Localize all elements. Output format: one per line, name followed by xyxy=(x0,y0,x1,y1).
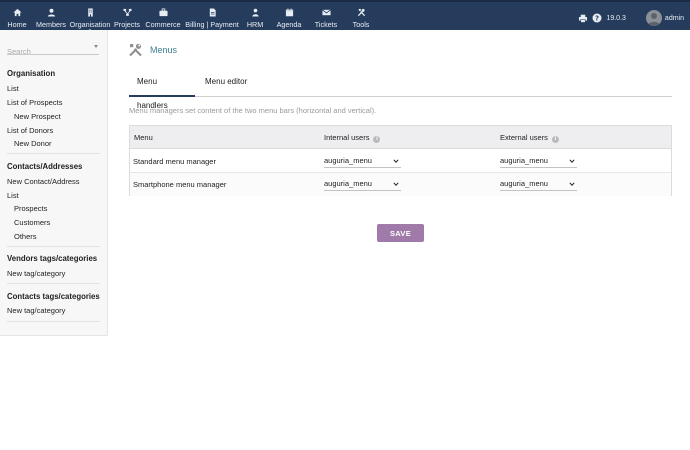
search-input[interactable] xyxy=(7,45,87,58)
sidebar-item-contacts-new-tag[interactable]: New tag/category xyxy=(7,306,65,315)
calendar-icon xyxy=(284,7,295,18)
table-row: Smartphone menu manager auguria_menu aug… xyxy=(130,173,671,196)
svg-text:?: ? xyxy=(595,15,599,23)
internal-users-select[interactable]: auguria_menu xyxy=(324,155,401,168)
sidebar-section-organisation[interactable]: Organisation xyxy=(7,69,55,78)
sidebar-section-contacts[interactable]: Contacts/Addresses xyxy=(7,162,82,171)
ticket-icon xyxy=(321,7,332,18)
table-header: Menu Internal users i External users i xyxy=(130,126,671,149)
building-icon xyxy=(85,7,96,18)
sidebar-divider xyxy=(7,153,100,154)
sitemap-icon xyxy=(122,7,133,18)
sidebar-search[interactable] xyxy=(7,41,99,58)
sidebar-item-list-of-prospects[interactable]: List of Prospects xyxy=(7,98,62,107)
briefcase-icon xyxy=(158,7,169,18)
user-icon xyxy=(46,7,57,18)
left-sidebar: Organisation List List of Prospects New … xyxy=(0,30,108,336)
chevron-down-icon xyxy=(393,182,399,186)
person-icon xyxy=(250,7,261,18)
help-icon[interactable]: ? xyxy=(591,13,602,24)
page-title: Menus xyxy=(150,45,178,55)
version-label: 19.0.3 xyxy=(606,14,626,22)
header-internal-users: Internal users i xyxy=(324,126,381,149)
tools-icon xyxy=(128,43,143,57)
topnav-tickets[interactable]: Tickets xyxy=(308,4,344,32)
invoice-icon xyxy=(207,7,218,18)
external-users-select[interactable]: auguria_menu xyxy=(500,155,577,168)
sidebar-divider xyxy=(7,283,100,284)
topnav-commerce[interactable]: Commerce xyxy=(142,4,184,32)
chevron-down-icon xyxy=(393,159,399,163)
top-menu: Home Members Organisation Projects Comme… xyxy=(0,4,378,33)
topnav-home[interactable]: Home xyxy=(0,4,34,32)
save-button[interactable]: SAVE xyxy=(377,224,424,242)
header-menu: Menu xyxy=(134,133,153,142)
chevron-down-icon xyxy=(569,159,575,163)
info-icon[interactable]: i xyxy=(373,136,381,143)
tab-menu-editor[interactable]: Menu editor xyxy=(197,70,255,97)
table-row: Standard menu manager auguria_menu augur… xyxy=(130,150,671,173)
topnav-tools[interactable]: Tools xyxy=(344,4,378,32)
user-name[interactable]: admin xyxy=(665,15,684,22)
tools-icon xyxy=(356,7,367,18)
info-icon[interactable]: i xyxy=(551,136,559,143)
home-icon xyxy=(12,7,23,18)
topnav-projects[interactable]: Projects xyxy=(112,4,142,32)
internal-users-select[interactable]: auguria_menu xyxy=(324,178,401,191)
sidebar-item-others[interactable]: Others xyxy=(14,232,37,241)
sidebar-item-list[interactable]: List xyxy=(7,84,19,93)
chevron-down-icon[interactable] xyxy=(94,45,98,48)
sidebar-divider xyxy=(7,321,100,322)
sidebar-section-vendors-tags[interactable]: Vendors tags/categories xyxy=(7,254,97,263)
top-navigation-bar: Home Members Organisation Projects Comme… xyxy=(0,0,690,33)
sidebar-item-customers[interactable]: Customers xyxy=(14,218,50,227)
chevron-down-icon xyxy=(569,182,575,186)
row-menu-name: Smartphone menu manager xyxy=(133,180,227,189)
print-icon[interactable] xyxy=(577,13,588,24)
topnav-members[interactable]: Members xyxy=(34,4,68,32)
sidebar-item-vendors-new-tag[interactable]: New tag/category xyxy=(7,269,65,278)
sidebar-section-contacts-tags[interactable]: Contacts tags/categories xyxy=(7,292,100,301)
topnav-hrm[interactable]: HRM xyxy=(240,4,270,32)
external-users-select[interactable]: auguria_menu xyxy=(500,178,577,191)
top-right-tools: ? 19.0.3 admin xyxy=(577,4,684,32)
header-external-users: External users i xyxy=(500,126,559,149)
tab-bar: Menu handlers Menu editor xyxy=(129,70,672,110)
avatar[interactable] xyxy=(645,10,662,26)
topnav-billing-payment[interactable]: Billing | Payment xyxy=(184,4,240,32)
menu-handlers-table: Menu Internal users i External users i Sta… xyxy=(129,125,672,196)
tab-menu-handlers[interactable]: Menu handlers xyxy=(129,70,195,110)
sidebar-item-new-donor[interactable]: New Donor xyxy=(14,139,52,148)
sidebar-divider xyxy=(7,246,100,247)
sidebar-item-contacts-list[interactable]: List xyxy=(7,191,19,200)
topnav-agenda[interactable]: Agenda xyxy=(270,4,308,32)
topnav-organisation[interactable]: Organisation xyxy=(68,4,112,33)
sidebar-item-new-prospect[interactable]: New Prospect xyxy=(14,112,61,121)
sidebar-item-new-contact[interactable]: New Contact/Address xyxy=(7,177,80,186)
row-menu-name: Standard menu manager xyxy=(133,157,216,166)
sidebar-item-list-of-donors[interactable]: List of Donors xyxy=(7,126,53,135)
sidebar-item-prospects[interactable]: Prospects xyxy=(14,204,47,213)
description-text: Menu managers set content of the two men… xyxy=(129,106,377,115)
